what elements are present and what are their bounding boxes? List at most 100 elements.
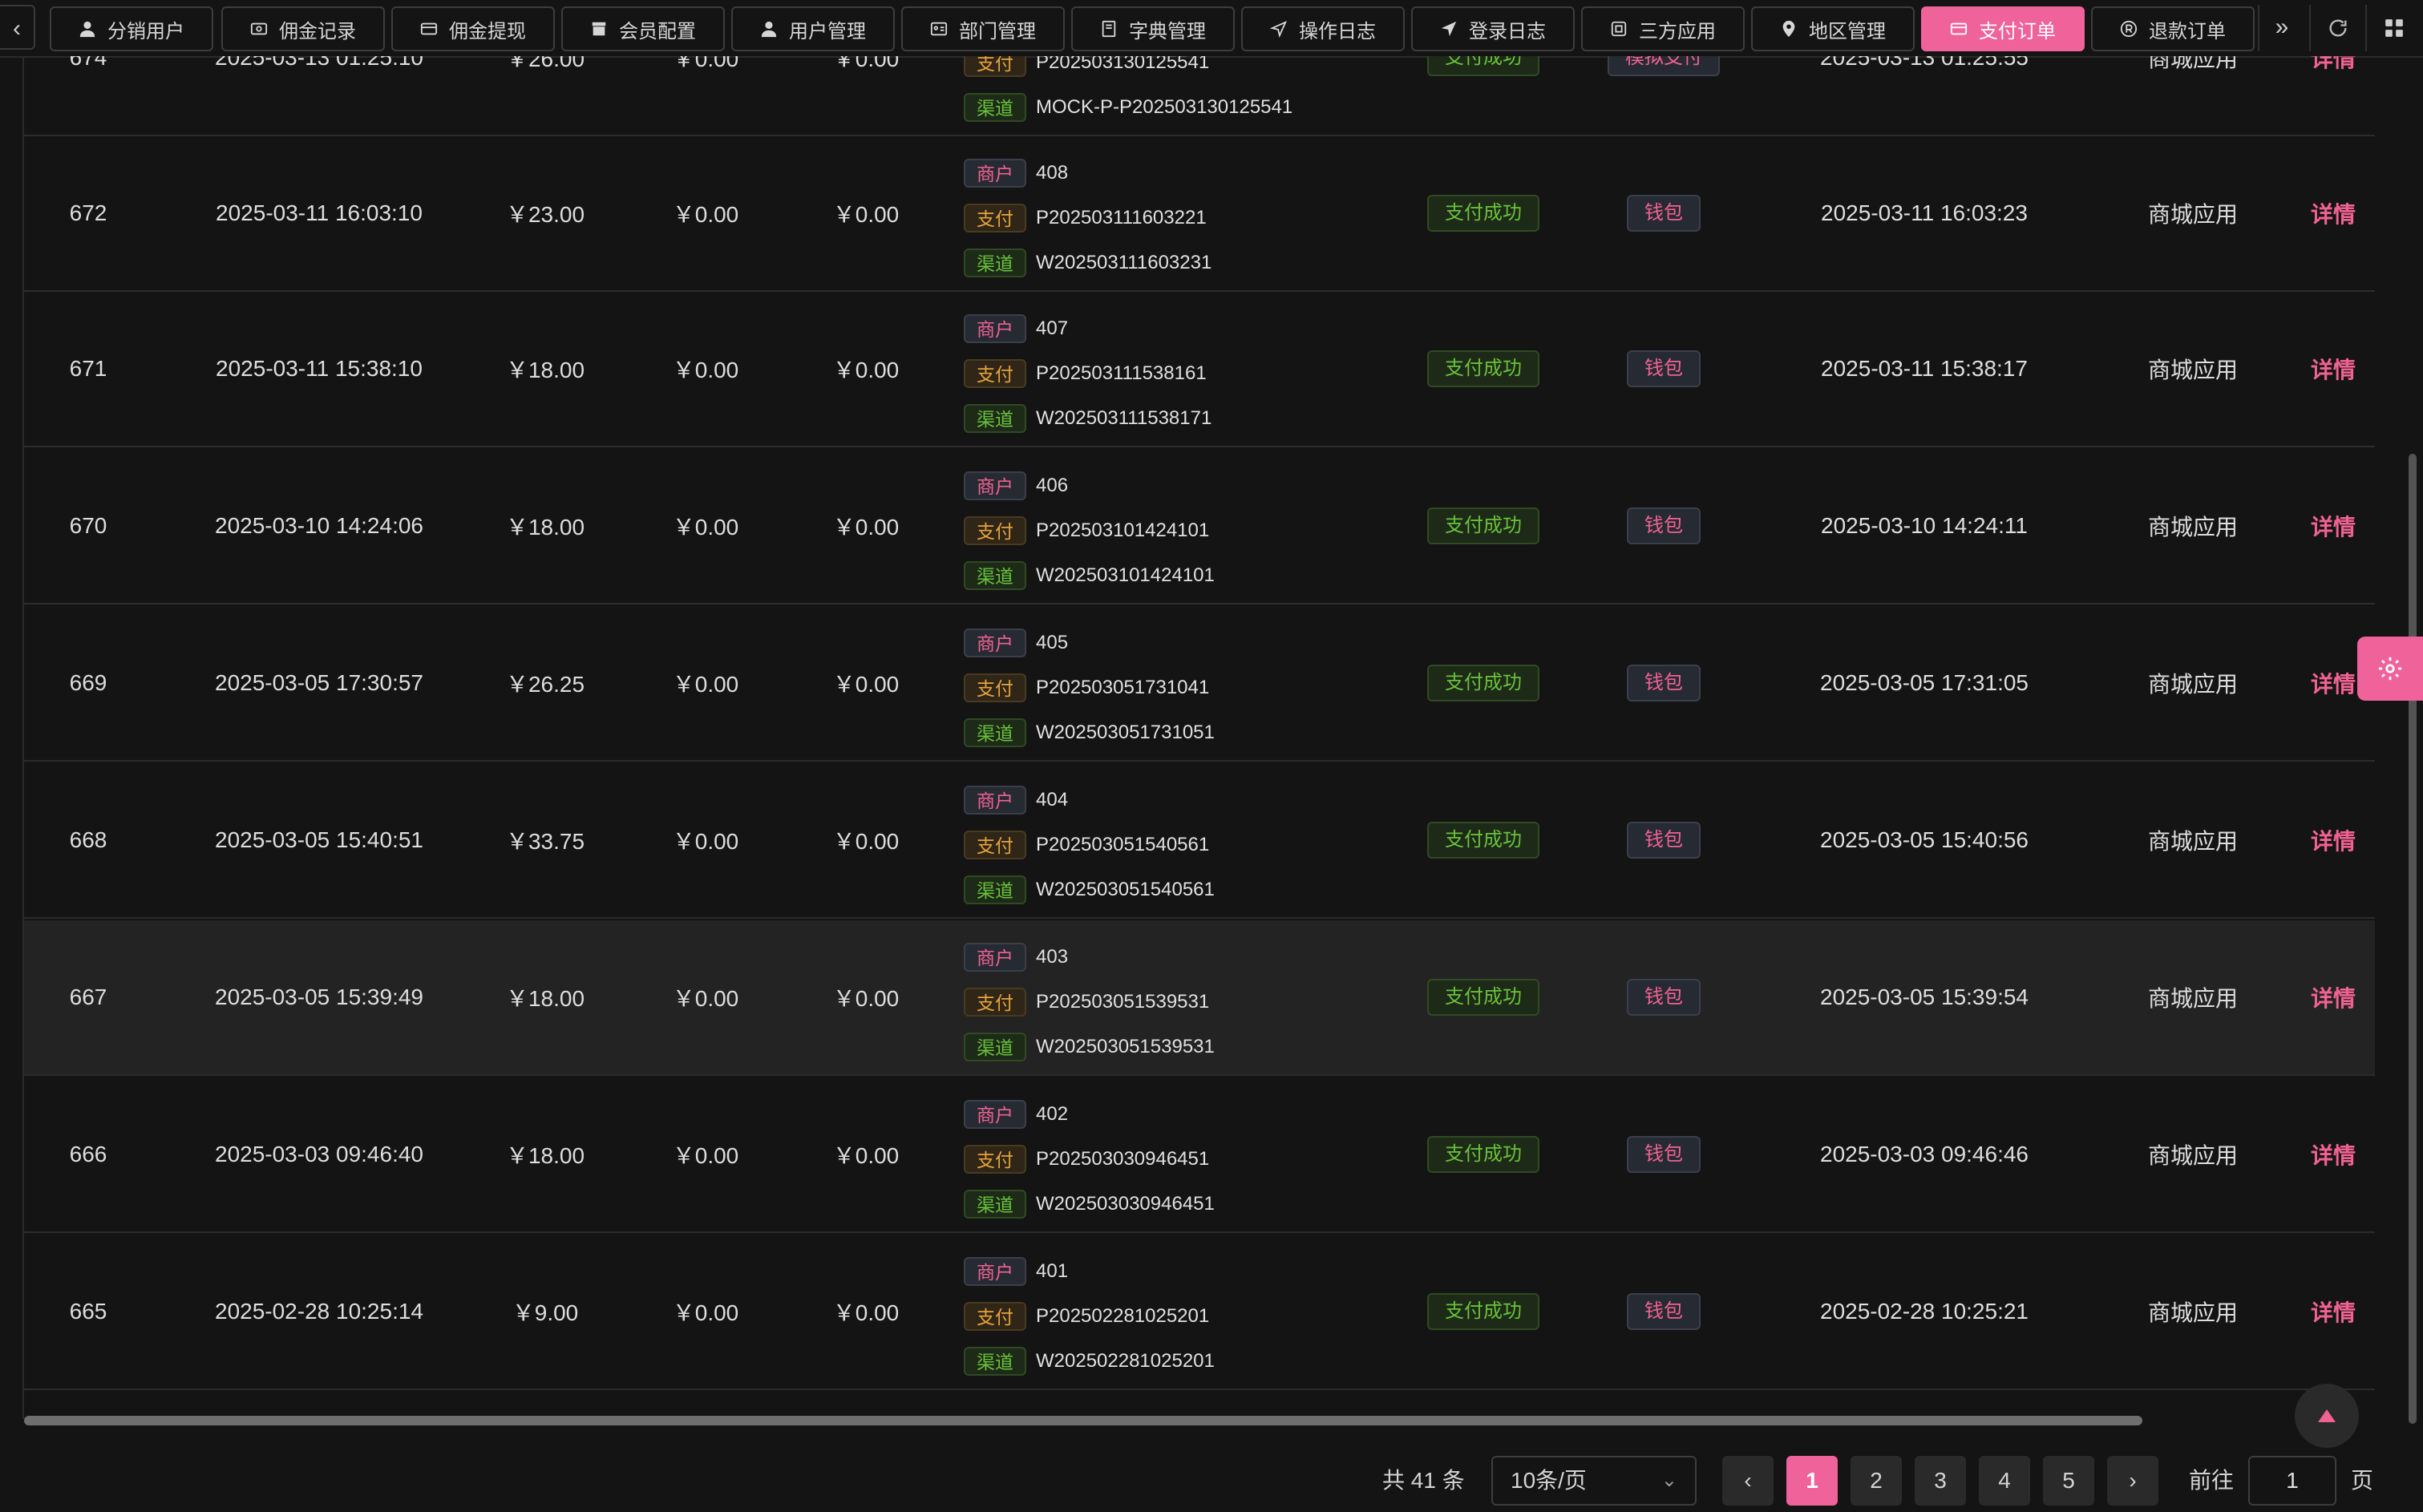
- tab-6[interactable]: 部门管理: [901, 6, 1065, 51]
- tabs-scroll-left-button[interactable]: ‹: [0, 5, 35, 50]
- pay-tag: 支付: [964, 56, 1026, 77]
- chevron-left-icon: ‹: [13, 15, 21, 42]
- tab-7[interactable]: 字典管理: [1071, 6, 1235, 51]
- pay-no-value: P202503130125541: [1036, 56, 1210, 73]
- op-cell: 详情: [2237, 1077, 2375, 1231]
- tabs-scroll-right-button[interactable]: »: [2258, 5, 2304, 51]
- op-cell: 详情: [2237, 56, 2375, 135]
- detail-link[interactable]: 详情: [2311, 56, 2356, 74]
- tab-11[interactable]: 地区管理: [1751, 6, 1915, 51]
- table-row[interactable]: 668 2025-03-05 15:40:51 ￥33.75 ￥0.00 ￥0.00 20…: [24, 763, 2375, 919]
- user-icon: [79, 20, 96, 38]
- tab-10[interactable]: 三方应用: [1581, 6, 1745, 51]
- prev-page-button[interactable]: ‹: [1722, 1456, 1774, 1506]
- pay-no-value: P202503030946451: [1036, 1148, 1210, 1170]
- pay-tag: 支付: [964, 988, 1026, 1017]
- tab-8[interactable]: 操作日志: [1241, 6, 1405, 51]
- chan-tag: 渠道: [964, 875, 1026, 904]
- channel-cell: 钱包: [1547, 1077, 1780, 1231]
- tab-label: 分销用户: [107, 20, 184, 42]
- channel-cell: 钱包: [1547, 449, 1780, 603]
- detail-link[interactable]: 详情: [2311, 1296, 2356, 1328]
- page-size-select[interactable]: 10条/页 ⌄: [1491, 1456, 1697, 1506]
- pay-tag: 支付: [964, 1302, 1026, 1331]
- pay-no-line: 支付 P202503111603221: [964, 202, 1207, 234]
- table-row[interactable]: 666 2025-03-03 09:46:40 ￥18.00 ￥0.00 ￥0.00 20…: [24, 1077, 2375, 1233]
- channel-badge: 钱包: [1627, 195, 1701, 232]
- pay-tag: 支付: [964, 1145, 1026, 1174]
- tab-12[interactable]: 支付订单: [1921, 6, 2085, 51]
- horizontal-scrollbar[interactable]: [24, 1416, 2142, 1425]
- table-row[interactable]: 671 2025-03-11 15:38:10 ￥18.00 ￥0.00 ￥0.00 20…: [24, 292, 2375, 447]
- order-numbers: 商户支付P202503130125541渠道MOCK-P-P2025031301…: [940, 56, 1389, 135]
- box-icon: [590, 20, 608, 38]
- table-row[interactable]: 669 2025-03-05 17:30:57 ￥26.25 ￥0.00 ￥0.00 20…: [24, 606, 2375, 762]
- detail-link[interactable]: 详情: [2311, 824, 2356, 856]
- page-button[interactable]: 1: [1786, 1456, 1838, 1506]
- tab-3[interactable]: 佣金提现: [391, 6, 555, 51]
- tab-label: 三方应用: [1639, 20, 1716, 42]
- merchant-no-line: 商户 407: [964, 313, 1068, 345]
- detail-link[interactable]: 详情: [2311, 353, 2356, 385]
- detail-link[interactable]: 详情: [2311, 1138, 2356, 1170]
- tabs-menu-button[interactable]: [2365, 5, 2421, 51]
- table-row[interactable]: 672 2025-03-11 16:03:10 ￥23.00 ￥0.00 ￥0.00 20…: [24, 136, 2375, 292]
- detail-link[interactable]: 详情: [2311, 197, 2356, 229]
- page-button[interactable]: 5: [2043, 1456, 2094, 1506]
- chan-no-line: 渠道 W202503051540561: [964, 874, 1215, 906]
- detail-link[interactable]: 详情: [2311, 981, 2356, 1013]
- detail-link[interactable]: 详情: [2311, 667, 2356, 699]
- created-time: 2025-03-10 14:24:06: [215, 513, 423, 538]
- tab-label: 部门管理: [959, 20, 1036, 42]
- pay-tag: 支付: [964, 831, 1026, 859]
- chan-no-value: W202503051539531: [1036, 1036, 1215, 1057]
- op-cell: 详情: [2237, 292, 2375, 446]
- created-time: 2025-03-05 15:39:49: [215, 984, 423, 1009]
- next-page-button[interactable]: ›: [2107, 1456, 2158, 1506]
- status-badge: 支付成功: [1427, 195, 1539, 232]
- tab-1[interactable]: 分销用户: [50, 6, 213, 51]
- pay-no-line: 支付 P202502281025201: [964, 1300, 1209, 1332]
- tab-2[interactable]: 佣金记录: [221, 6, 385, 51]
- chan-no-value: W202503051731051: [1036, 722, 1215, 743]
- page-button[interactable]: 4: [1979, 1456, 2030, 1506]
- settings-button[interactable]: [2357, 637, 2423, 701]
- page-button[interactable]: 2: [1851, 1456, 1902, 1506]
- page-button[interactable]: 3: [1915, 1456, 1966, 1506]
- pay-no-line: 支付 P202503051539531: [964, 986, 1209, 1018]
- double-chevron-right-icon: »: [2275, 14, 2289, 40]
- merchant-tag: 商户: [964, 471, 1026, 500]
- table-row[interactable]: 665 2025-02-28 10:25:14 ￥9.00 ￥0.00 ￥0.00 202…: [24, 1235, 2375, 1390]
- channel-badge: 钱包: [1627, 1136, 1701, 1173]
- total-count: 共 41 条: [1382, 1468, 1465, 1493]
- location-icon: [1780, 20, 1798, 38]
- merchant-tag: 商户: [964, 629, 1026, 657]
- merchant-tag: 商户: [964, 943, 1026, 972]
- table-row[interactable]: 674 2025-03-13 01:25:10 ￥26.00 ￥0.00 ￥0.00 20…: [24, 56, 2375, 136]
- fee-amount: ￥0.00: [832, 358, 900, 382]
- detail-link[interactable]: 详情: [2311, 510, 2356, 542]
- channel-badge: 钱包: [1627, 350, 1701, 387]
- refresh-button[interactable]: [2309, 5, 2365, 51]
- table-row[interactable]: 667 2025-03-05 15:39:49 ￥18.00 ￥0.00 ￥0.00 20…: [24, 920, 2375, 1076]
- vertical-scrollbar[interactable]: [2409, 454, 2417, 1424]
- created-time: 2025-03-11 15:38:10: [216, 356, 423, 381]
- grid-icon: [2385, 19, 2403, 37]
- status-badge: 支付成功: [1427, 56, 1539, 76]
- created-time: 2025-03-05 15:40:51: [215, 827, 423, 852]
- chan-no-line: 渠道 W202503051731051: [964, 717, 1215, 749]
- table-row[interactable]: 670 2025-03-10 14:24:06 ￥18.00 ￥0.00 ￥0.00 20…: [24, 449, 2375, 604]
- tab-9[interactable]: 登录日志: [1411, 6, 1575, 51]
- chan-tag: 渠道: [964, 404, 1026, 433]
- back-to-top-button[interactable]: [2295, 1384, 2359, 1448]
- tab-5[interactable]: 用户管理: [731, 6, 895, 51]
- channel-badge: 钱包: [1627, 665, 1701, 701]
- chan-tag: 渠道: [964, 1347, 1026, 1376]
- tab-13[interactable]: 退款订单: [2091, 6, 2255, 51]
- fee-amount: ￥0.00: [832, 829, 900, 854]
- status-badge: 支付成功: [1427, 822, 1539, 859]
- tab-4[interactable]: 会员配置: [561, 6, 725, 51]
- merchant-no-line: 商户 403: [964, 941, 1068, 973]
- goto-page-input[interactable]: 1: [2248, 1456, 2336, 1506]
- page-size-value: 10条/页: [1511, 1468, 1587, 1493]
